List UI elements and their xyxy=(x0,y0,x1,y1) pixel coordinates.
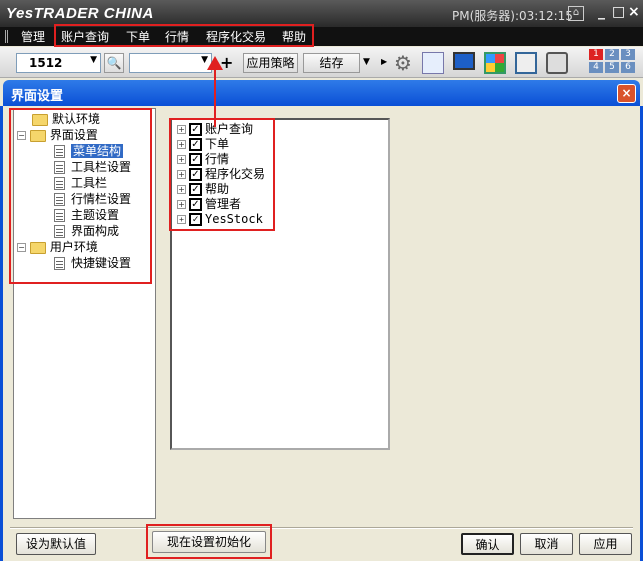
annotation-arrow xyxy=(214,67,216,127)
screen-6[interactable]: 6 xyxy=(621,62,635,73)
maximize-button[interactable]: □ xyxy=(612,4,625,20)
menu-highlight xyxy=(54,24,314,47)
menu-grip xyxy=(5,30,8,43)
gear-icon[interactable]: ⚙ xyxy=(394,52,416,74)
minimize-button[interactable]: _ xyxy=(598,4,605,20)
screen-selector: 1 2 3 4 5 6 xyxy=(589,49,635,73)
screen-3[interactable]: 3 xyxy=(621,49,635,60)
menu-items-highlight xyxy=(169,118,275,231)
chevron-down-icon[interactable]: ▼ xyxy=(363,57,370,67)
chevron-right-icon: ▶ xyxy=(381,57,388,66)
ok-button[interactable]: 确认 xyxy=(461,533,514,555)
search-combo[interactable]: ▼ xyxy=(129,53,212,73)
code-combo[interactable]: 1512 ▼ xyxy=(16,53,101,73)
apply-button[interactable]: 应用 xyxy=(579,533,632,555)
dialog-close-button[interactable]: × xyxy=(617,84,636,103)
set-default-button[interactable]: 设为默认值 xyxy=(16,533,96,555)
search-icon: 🔍 xyxy=(106,56,122,70)
server-clock: PM(服务器):03:12:15 xyxy=(452,9,573,23)
arrow-head-icon xyxy=(207,56,223,70)
layout-icon[interactable] xyxy=(484,52,506,74)
code-value: 1512 xyxy=(29,56,63,70)
reset-highlight xyxy=(146,524,272,559)
apply-strategy-button[interactable]: 应用策略 xyxy=(243,53,298,73)
screen-4[interactable]: 4 xyxy=(589,62,603,73)
camera-icon[interactable] xyxy=(515,52,537,74)
settings-doc-icon[interactable] xyxy=(422,52,444,74)
app-titlebar: YesTRADER CHINA PM(服务器):03:12:15 ⌂ _ □ × xyxy=(0,0,643,27)
tree-highlight xyxy=(9,108,152,284)
printer-icon[interactable] xyxy=(546,52,568,74)
close-button[interactable]: × xyxy=(628,4,640,20)
monitor-icon[interactable] xyxy=(453,52,475,70)
chevron-down-icon: ▼ xyxy=(90,55,97,65)
menu-manage[interactable]: 管理 xyxy=(21,28,45,45)
save-button[interactable]: 结存 xyxy=(303,53,360,73)
search-button[interactable]: 🔍 xyxy=(104,53,124,73)
screen-1[interactable]: 1 xyxy=(589,49,603,60)
divider xyxy=(10,527,633,529)
cancel-button[interactable]: 取消 xyxy=(520,533,573,555)
dialog-title: 界面设置 xyxy=(3,80,640,106)
screen-5[interactable]: 5 xyxy=(605,62,619,73)
app-logo: YesTRADER CHINA xyxy=(6,5,154,22)
toolbar: 1512 ▼ 🔍 ▼ + 应用策略 结存 ▼ ▶ ⚙ 1 2 3 4 5 6 xyxy=(0,47,643,78)
screen-2[interactable]: 2 xyxy=(605,49,619,60)
lock-icon[interactable]: ⌂ xyxy=(568,6,584,21)
